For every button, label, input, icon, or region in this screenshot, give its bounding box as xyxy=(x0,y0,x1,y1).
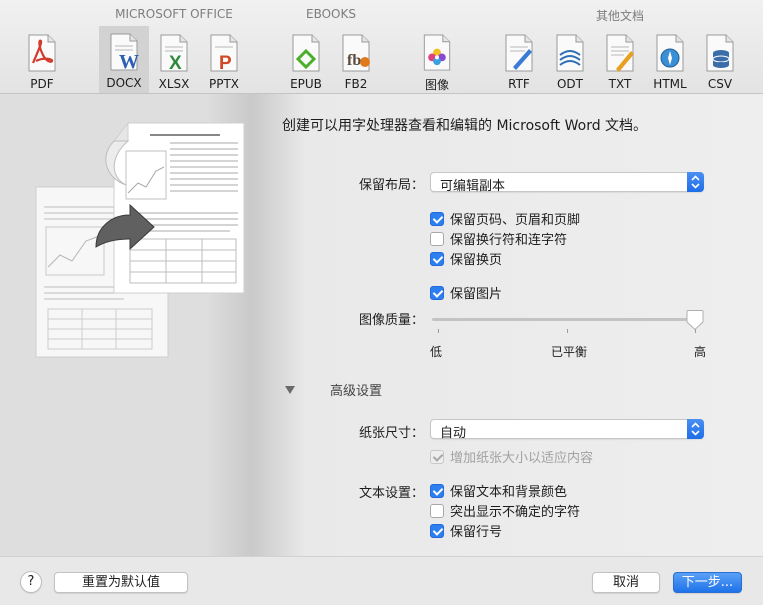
format-odt-button[interactable]: ODT xyxy=(545,27,595,93)
image-quality-slider[interactable] xyxy=(432,318,702,321)
checkbox-box[interactable] xyxy=(430,211,444,226)
csv-icon xyxy=(706,34,734,72)
group-label-other: 其他文档 xyxy=(595,9,645,23)
format-html-button[interactable]: HTML xyxy=(645,27,695,93)
checkbox-label: 保留行号 xyxy=(450,525,503,540)
format-docx-button[interactable]: W DOCX xyxy=(99,26,149,93)
format-csv-button[interactable]: CSV xyxy=(695,27,745,93)
svg-text:fb: fb xyxy=(347,52,361,69)
format-fb2-button[interactable]: fb FB2 xyxy=(331,27,381,93)
paper-size-select[interactable]: 自动 xyxy=(430,419,704,441)
text-settings-label: 文本设置： xyxy=(359,486,425,501)
cancel-button[interactable]: 取消 xyxy=(592,572,660,593)
keep-page-numbers-checkbox[interactable]: 保留页码、页眉和页脚 xyxy=(430,209,580,228)
advanced-settings-disclosure[interactable]: 高级设置 xyxy=(285,380,382,399)
paper-size-label: 纸张尺寸： xyxy=(359,426,425,441)
enlarge-paper-checkbox[interactable]: 增加纸张大小以适应内容 xyxy=(430,447,593,466)
layout-label: 保留布局： xyxy=(359,178,425,193)
quality-balanced-label: 已平衡 xyxy=(551,345,588,359)
image-quality-label: 图像质量： xyxy=(359,313,425,328)
reset-defaults-button[interactable]: 重置为默认值 xyxy=(54,572,188,593)
checkbox-box[interactable] xyxy=(430,231,444,246)
checkbox-label: 增加纸张大小以适应内容 xyxy=(450,451,594,466)
format-label: DOCX xyxy=(106,76,142,90)
format-label: HTML xyxy=(653,77,687,91)
advanced-settings-label: 高级设置 xyxy=(330,384,383,399)
image-quality-slider-thumb[interactable] xyxy=(686,309,704,331)
checkbox-box[interactable] xyxy=(430,285,444,300)
highlight-uncertain-checkbox[interactable]: 突出显示不确定的字符 xyxy=(430,501,580,520)
format-label: RTF xyxy=(508,77,530,91)
group-label-office: MICROSOFT OFFICE xyxy=(115,7,233,21)
image-icon xyxy=(423,34,451,71)
keep-text-colors-checkbox[interactable]: 保留文本和背景颜色 xyxy=(430,481,567,500)
format-pptx-button[interactable]: P PPTX xyxy=(199,27,249,93)
disclosure-triangle-icon xyxy=(285,385,295,394)
checkbox-box[interactable] xyxy=(430,503,444,518)
format-label: CSV xyxy=(707,77,733,91)
pdf-icon xyxy=(28,34,56,72)
svg-text:P: P xyxy=(219,53,232,73)
fb2-icon: fb xyxy=(342,34,370,72)
layout-select-value: 可编辑副本 xyxy=(440,179,506,194)
checkbox-label: 保留图片 xyxy=(450,287,503,302)
updown-chevron-icon xyxy=(687,419,704,439)
format-label: ODT xyxy=(556,77,583,91)
format-pdf-button[interactable]: PDF xyxy=(17,27,67,93)
updown-chevron-icon xyxy=(687,172,704,192)
paper-size-select-value: 自动 xyxy=(440,426,467,441)
format-label: FB2 xyxy=(344,77,368,91)
checkbox-box[interactable] xyxy=(430,483,444,498)
rtf-icon xyxy=(505,34,533,72)
svg-text:W: W xyxy=(119,51,139,72)
format-label: PPTX xyxy=(208,77,240,91)
format-description: 创建可以用字处理器查看和编辑的 Microsoft Word 文档。 xyxy=(282,118,648,134)
keep-line-numbers-checkbox[interactable]: 保留行号 xyxy=(430,521,502,540)
format-label: PDF xyxy=(30,77,54,91)
odt-icon xyxy=(556,34,584,72)
format-image-button[interactable]: 图像 xyxy=(412,27,462,93)
svg-text:X: X xyxy=(169,53,182,73)
help-button[interactable]: ? xyxy=(20,571,42,593)
format-epub-button[interactable]: EPUB xyxy=(281,27,331,93)
checkbox-box[interactable] xyxy=(430,251,444,266)
checkbox-label: 突出显示不确定的字符 xyxy=(450,505,581,520)
format-label: 图像 xyxy=(424,78,449,92)
txt-icon xyxy=(606,34,634,72)
quality-high-label: 高 xyxy=(694,345,707,359)
checkbox-box[interactable] xyxy=(430,449,444,464)
format-txt-button[interactable]: TXT xyxy=(595,27,645,93)
checkbox-label: 保留换页 xyxy=(450,253,503,268)
format-rtf-button[interactable]: RTF xyxy=(494,27,544,93)
checkbox-label: 保留换行符和连字符 xyxy=(450,233,568,248)
slider-tick xyxy=(567,329,568,333)
slider-tick xyxy=(438,329,439,333)
html-icon xyxy=(656,34,684,72)
keep-images-checkbox[interactable]: 保留图片 xyxy=(430,283,502,302)
docx-icon: W xyxy=(110,33,139,72)
checkbox-box[interactable] xyxy=(430,523,444,538)
next-button[interactable]: 下一步... xyxy=(673,572,742,593)
keep-line-breaks-checkbox[interactable]: 保留换行符和连字符 xyxy=(430,229,567,248)
group-label-ebooks: EBOOKS xyxy=(306,7,356,21)
layout-select[interactable]: 可编辑副本 xyxy=(430,172,704,194)
format-label: XLSX xyxy=(158,77,190,91)
checkbox-label: 保留文本和背景颜色 xyxy=(450,485,568,500)
keep-page-breaks-checkbox[interactable]: 保留换页 xyxy=(430,249,502,268)
xlsx-icon: X xyxy=(160,34,188,73)
pptx-icon: P xyxy=(210,34,238,73)
quality-low-label: 低 xyxy=(430,345,443,359)
format-xlsx-button[interactable]: X XLSX xyxy=(149,27,199,93)
format-label: EPUB xyxy=(290,77,322,91)
conversion-preview-illustration xyxy=(35,121,245,358)
epub-icon xyxy=(292,34,320,72)
format-label: TXT xyxy=(608,77,632,91)
checkbox-label: 保留页码、页眉和页脚 xyxy=(450,213,581,228)
